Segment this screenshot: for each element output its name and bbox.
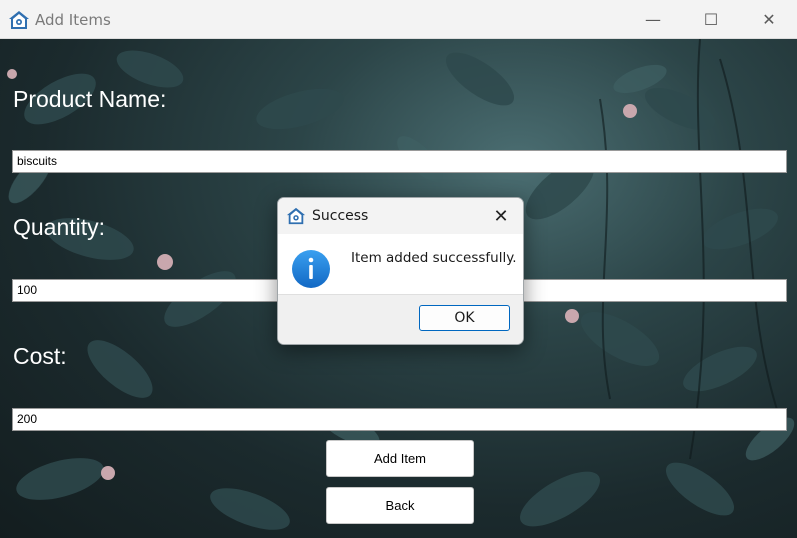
product-name-label: Product Name: xyxy=(13,86,167,112)
dialog-footer: OK xyxy=(278,294,523,344)
product-name-input[interactable]: biscuits xyxy=(12,150,787,173)
cost-label: Cost: xyxy=(13,343,67,369)
close-button[interactable]: ✕ xyxy=(741,0,797,39)
dialog-title: Success xyxy=(312,208,369,224)
house-app-icon xyxy=(286,207,306,225)
back-button[interactable]: Back xyxy=(326,487,474,524)
house-app-icon xyxy=(9,11,29,29)
dialog-titlebar: Success ✕ xyxy=(278,198,523,234)
success-dialog: Success ✕ Item added successfully. OK xyxy=(277,197,524,345)
info-icon xyxy=(292,250,330,288)
dialog-message: Item added successfully. xyxy=(351,250,517,266)
add-item-button[interactable]: Add Item xyxy=(326,440,474,477)
dialog-close-button[interactable]: ✕ xyxy=(487,203,515,229)
dialog-body: Item added successfully. xyxy=(278,234,523,294)
minimize-button[interactable]: — xyxy=(625,0,681,39)
window-titlebar: Add Items — ☐ ✕ xyxy=(0,0,797,39)
ok-button[interactable]: OK xyxy=(419,305,510,331)
window-title: Add Items xyxy=(35,11,111,29)
quantity-label: Quantity: xyxy=(13,214,106,240)
cost-input[interactable]: 200 xyxy=(12,408,787,431)
maximize-button[interactable]: ☐ xyxy=(683,0,739,39)
